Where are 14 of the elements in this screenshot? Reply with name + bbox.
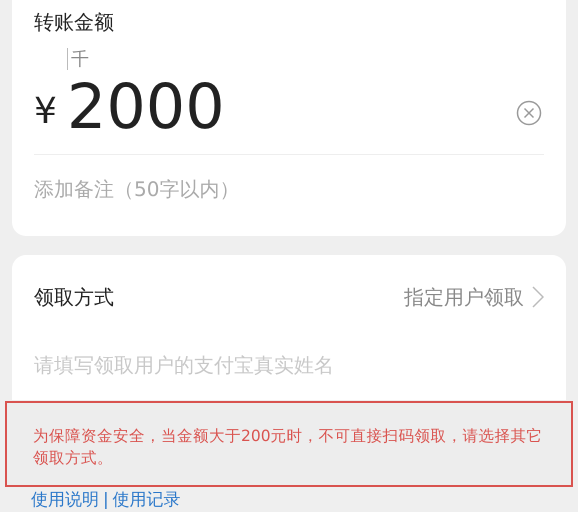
link-separator: | bbox=[103, 488, 109, 512]
currency-symbol: ¥ bbox=[34, 90, 57, 134]
clear-icon[interactable] bbox=[516, 100, 542, 126]
notice-text: 为保障资金安全，当金额大于200元时，不可直接扫码领取，请选择其它领取方式。 bbox=[33, 426, 544, 470]
chevron-right-icon bbox=[532, 286, 544, 308]
method-label: 领取方式 bbox=[34, 284, 114, 311]
remark-field[interactable]: 添加备注（50字以内） bbox=[34, 171, 544, 207]
usage-guide-link[interactable]: 使用说明 bbox=[31, 488, 99, 512]
unit-hint: 千 bbox=[71, 48, 89, 72]
amount-title: 转账金额 bbox=[34, 9, 114, 36]
usage-history-link[interactable]: 使用记录 bbox=[112, 488, 181, 512]
amount-value[interactable]: 2000 bbox=[66, 72, 225, 142]
digit-marker bbox=[67, 48, 68, 70]
method-selector[interactable]: 指定用户领取 bbox=[404, 282, 544, 312]
